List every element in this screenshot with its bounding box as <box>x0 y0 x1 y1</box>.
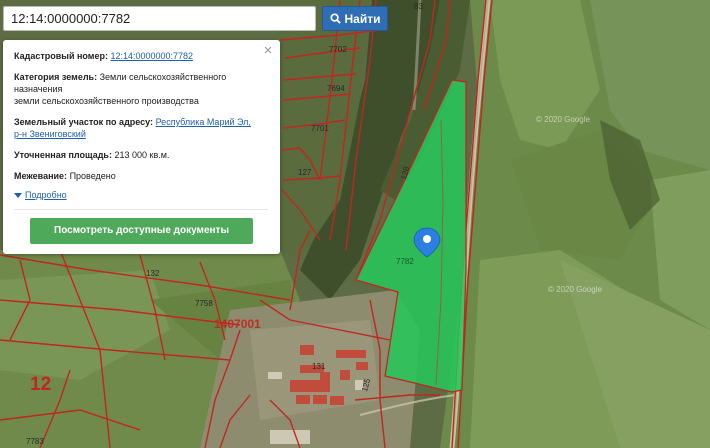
search-icon <box>329 13 341 24</box>
cadastral-number-row: Кадастровый номер: 12:14:0000000:7782 <box>14 50 268 62</box>
survey-row: Межевание: Проведено <box>14 170 268 182</box>
parcel-label-7783: 7783 <box>26 437 44 446</box>
address-link[interactable]: Республика Марий Эл, <box>156 117 251 127</box>
details-toggle[interactable]: Подробно <box>14 189 268 201</box>
search-input[interactable] <box>3 6 316 31</box>
land-category-value-2: назначения <box>14 84 63 94</box>
land-category-row: Категория земель: Земли сельскохозяйстве… <box>14 71 268 107</box>
parcel-label-7701: 7701 <box>311 124 329 133</box>
search-button-label: Найти <box>344 11 381 26</box>
parcel-info-popup: × Кадастровый номер: 12:14:0000000:7782 … <box>3 40 280 254</box>
parcel-label-7782: 7782 <box>396 257 414 266</box>
parcel-label-7758: 7758 <box>195 299 213 308</box>
quarter-label: 1407001 <box>214 317 261 331</box>
search-button[interactable]: Найти <box>322 6 388 31</box>
address-district-link[interactable]: р-н Звениговский <box>14 129 86 139</box>
land-category-value: Земли сельскохозяйственного <box>99 72 227 82</box>
close-icon[interactable]: × <box>262 43 274 58</box>
address-label: Земельный участок по адресу: <box>14 117 154 127</box>
parcel-label-131: 131 <box>312 362 326 371</box>
district-label: 12 <box>30 374 51 395</box>
area-row: Уточненная площадь: 213 000 кв.м. <box>14 149 268 161</box>
watermark-bottom: © 2020 Google <box>548 285 602 294</box>
cadastral-number-link[interactable]: 12:14:0000000:7782 <box>110 51 193 61</box>
view-documents-button[interactable]: Посмотреть доступные документы <box>30 218 253 244</box>
triangle-down-icon <box>14 192 22 198</box>
parcel-label-132: 132 <box>146 269 160 278</box>
watermark-top: © 2020 Google <box>536 115 590 124</box>
parcel-label-127: 127 <box>298 168 312 177</box>
area-value: 213 000 кв.м. <box>114 150 170 160</box>
area-label: Уточненная площадь: <box>14 150 112 160</box>
details-link[interactable]: Подробно <box>25 189 67 201</box>
parcel-label-83: 83 <box>414 2 423 11</box>
parcel-label-7694: 7694 <box>327 84 345 93</box>
land-category-label: Категория земель: <box>14 72 98 82</box>
divider <box>14 209 268 210</box>
parcel-label-7702: 7702 <box>329 45 347 54</box>
survey-label: Межевание: <box>14 171 68 181</box>
cadastral-number-label: Кадастровый номер: <box>14 51 108 61</box>
land-use-value: земли сельскохозяйственного производства <box>14 96 199 106</box>
address-row: Земельный участок по адресу: Республика … <box>14 116 268 140</box>
survey-value: Проведено <box>69 171 116 181</box>
